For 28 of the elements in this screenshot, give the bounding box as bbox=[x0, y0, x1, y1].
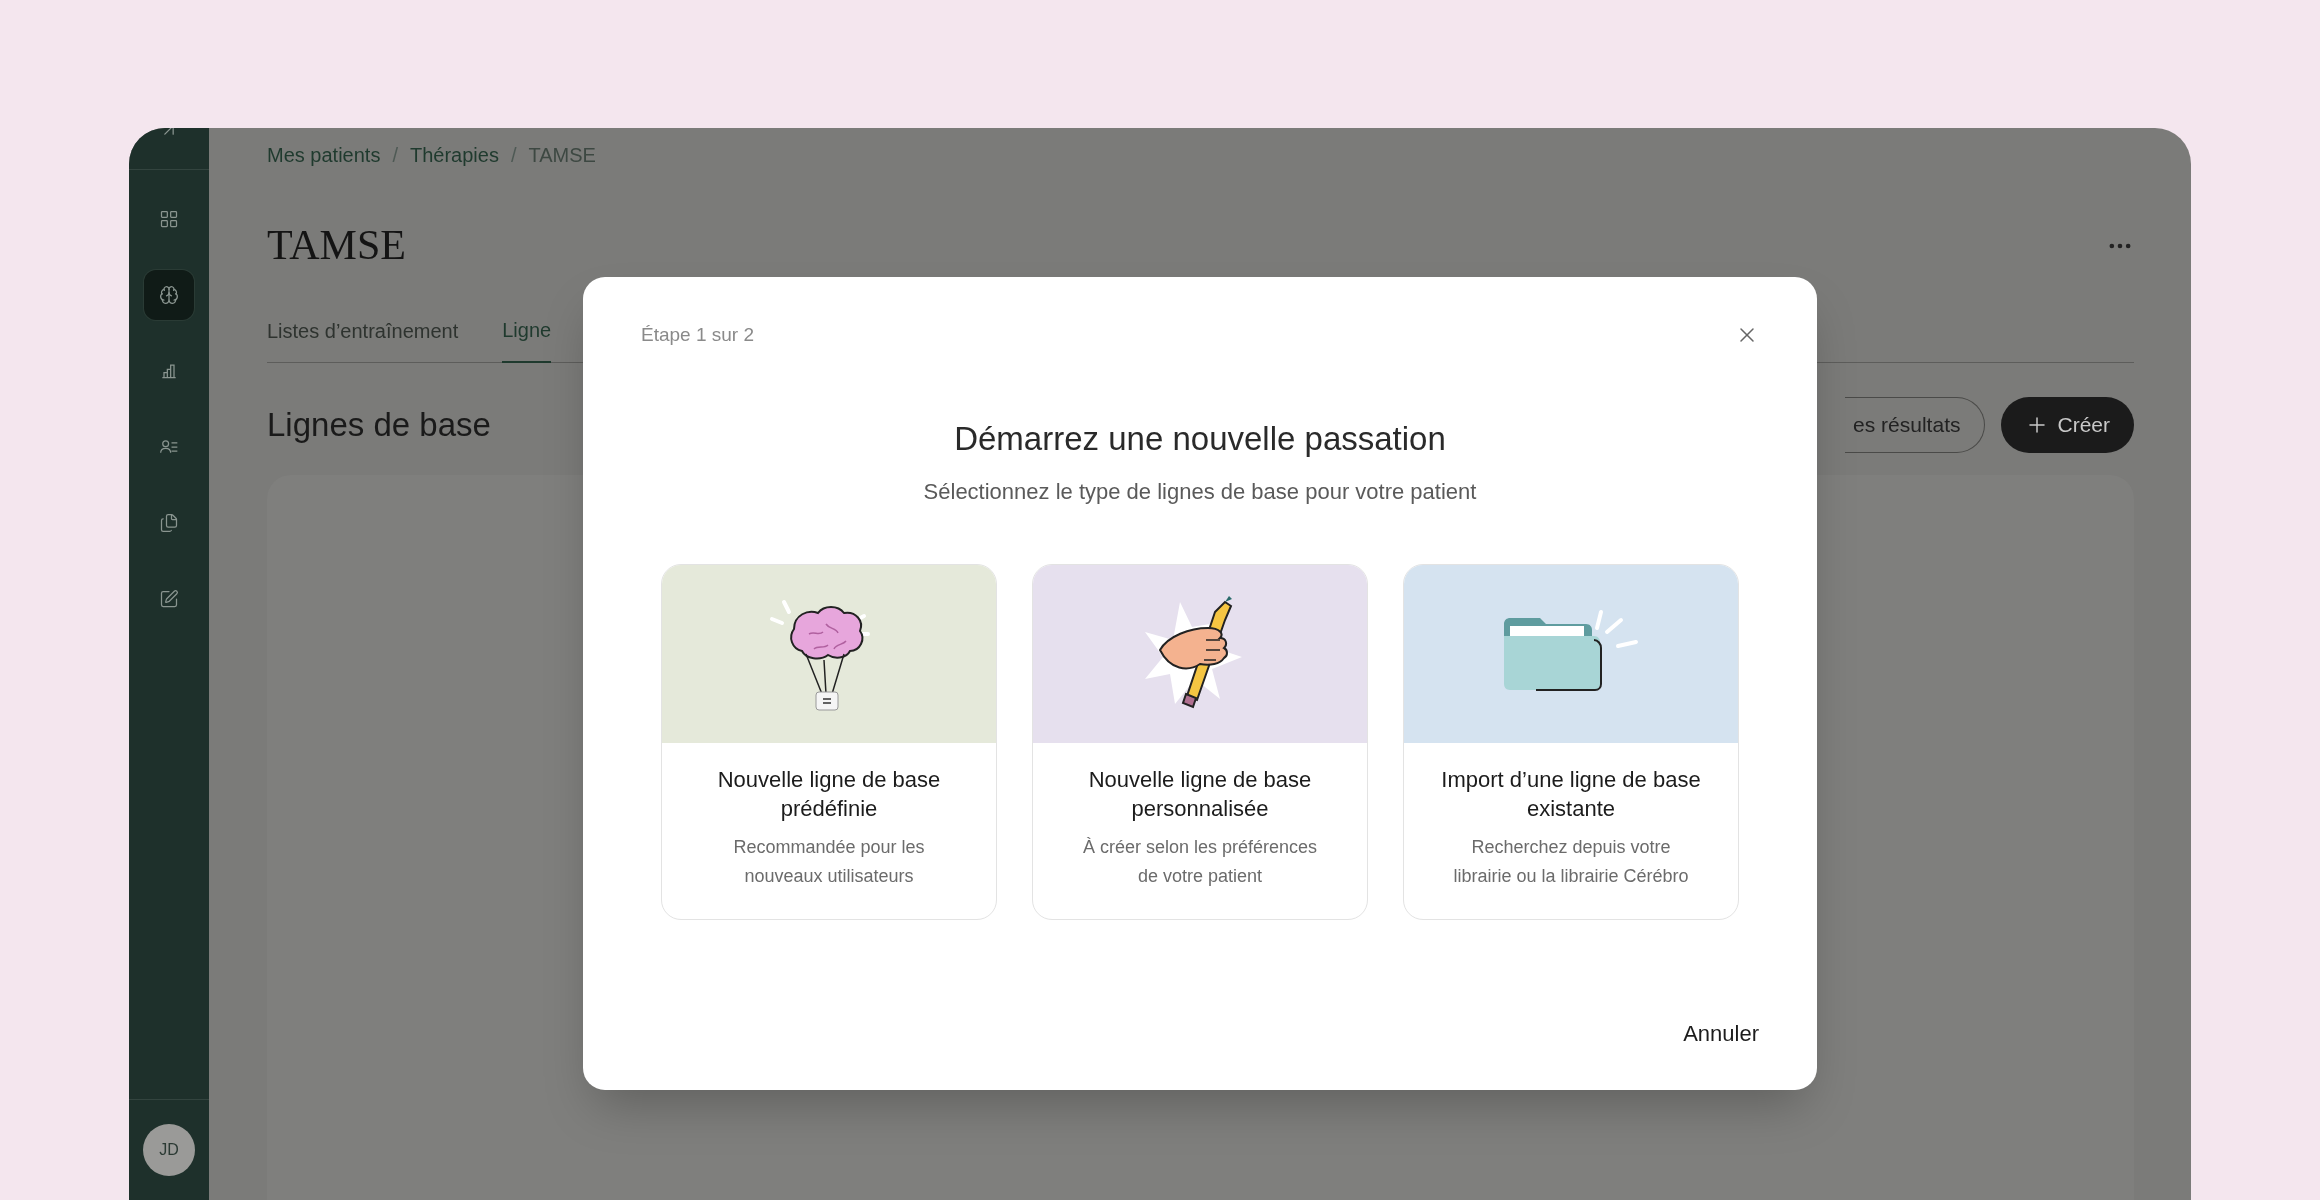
modal-subtitle: Sélectionnez le type de lignes de base pour votre patient bbox=[922, 478, 1478, 506]
grid-icon bbox=[159, 209, 179, 229]
page-title: TAMSE bbox=[267, 221, 406, 270]
modal-title: Démarrez une nouvelle passation bbox=[953, 418, 1447, 459]
card-description: Recherchez depuis votre librairie ou la librairie Cérébro bbox=[1452, 836, 1690, 888]
breadcrumb-link[interactable]: Mes patients bbox=[267, 140, 381, 170]
card-title: Nouvelle ligne de base personnalisée bbox=[1087, 766, 1313, 823]
sidebar-item[interactable] bbox=[144, 270, 194, 320]
edit-icon bbox=[159, 589, 179, 609]
breadcrumb-separator: / bbox=[510, 143, 517, 168]
create-button[interactable]: Créer bbox=[2001, 397, 2134, 453]
step-indicator: Étape 1 sur 2 bbox=[641, 323, 755, 347]
avatar[interactable]: JD bbox=[143, 1124, 195, 1176]
cancel-button[interactable]: Annuler bbox=[1683, 1017, 1759, 1050]
breadcrumb-link[interactable]: Thérapies bbox=[409, 140, 499, 170]
tab[interactable]: Listes d’entraînement bbox=[267, 313, 459, 363]
tab[interactable]: Ligne bbox=[502, 313, 552, 363]
option-card[interactable]: Import d’une ligne de base existante Recherchez depuis votre librairie ou la librairie Cérébro bbox=[1403, 564, 1739, 920]
documents-icon bbox=[159, 513, 179, 533]
card-title: Import d’une ligne de base existante bbox=[1440, 766, 1702, 823]
section-title: Lignes de base bbox=[267, 405, 491, 446]
card-description: Recommandée pour les nouveaux utilisateurs bbox=[732, 836, 926, 888]
option-card[interactable]: Nouvelle ligne de base personnalisée À créer selon les préférences de votre patient bbox=[1032, 564, 1368, 920]
card-description: À créer selon les préférences de votre patient bbox=[1081, 836, 1319, 888]
breadcrumb-separator: / bbox=[392, 143, 398, 168]
card-title: Nouvelle ligne de base prédéfinie bbox=[716, 766, 942, 823]
brain-icon bbox=[159, 285, 179, 305]
option-card[interactable]: Nouvelle ligne de base prédéfinie Recommandée pour les nouveaux utilisateurs bbox=[661, 564, 997, 920]
